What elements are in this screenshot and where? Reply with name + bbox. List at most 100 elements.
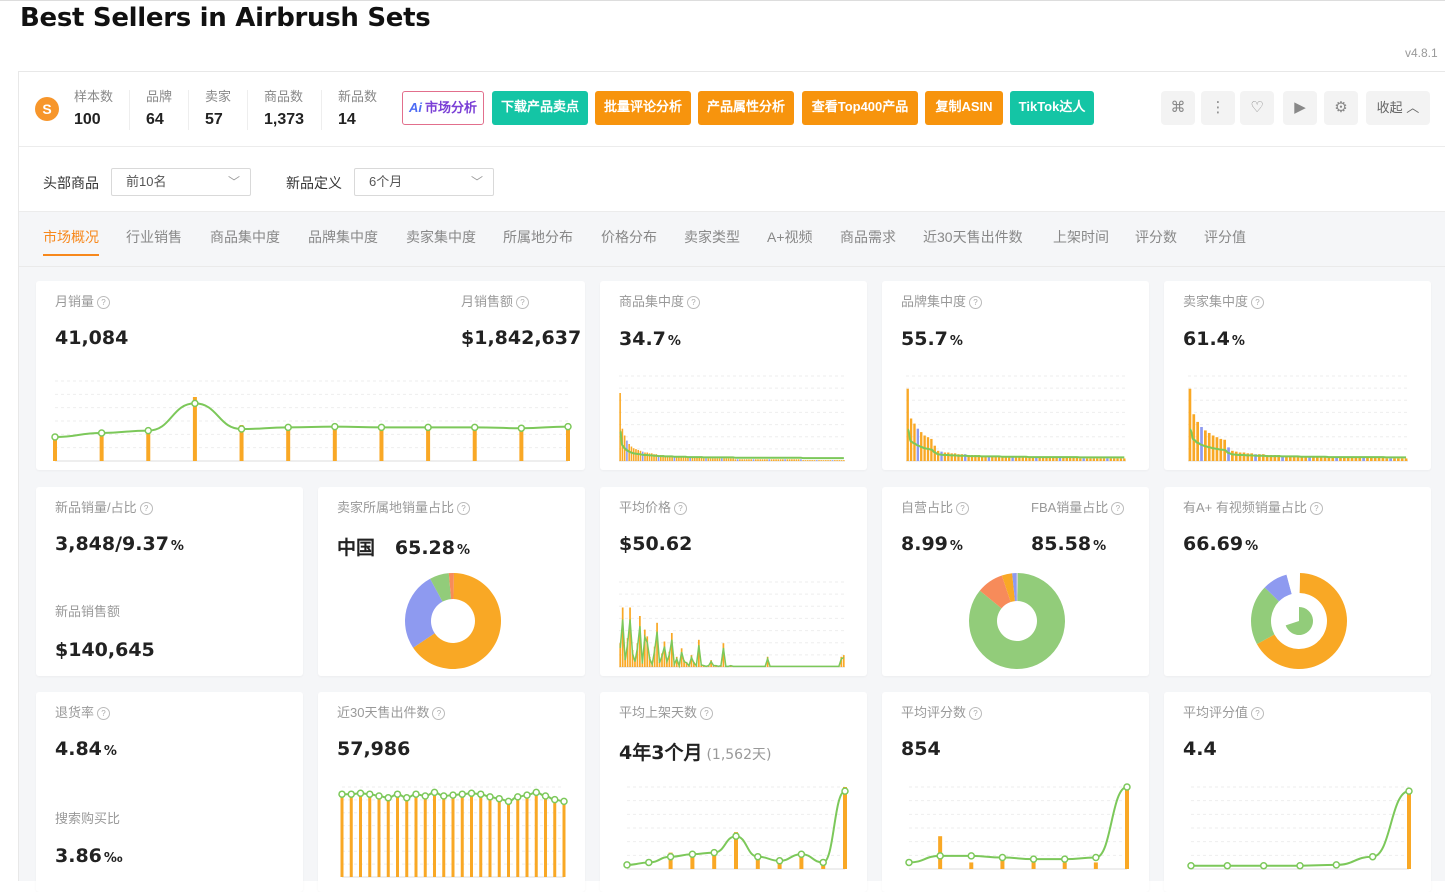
chart-point (1187, 861, 1195, 870)
chart-bar (1058, 457, 1062, 461)
chart-point (905, 858, 913, 867)
tiktok-influencer-button[interactable]: TikTok达人 (1010, 91, 1094, 125)
help-icon[interactable]: ? (1111, 502, 1125, 516)
help-icon[interactable]: ? (1251, 707, 1265, 721)
chart-bar (1234, 451, 1238, 461)
help-icon[interactable]: ? (700, 707, 714, 721)
bulk-review-analysis-button[interactable]: 批量评论分析 (595, 91, 691, 125)
copy-asin-button[interactable]: 复制ASIN (925, 91, 1003, 125)
chart-bar (906, 388, 909, 461)
brand-logo-icon: S (35, 97, 59, 121)
tab-30day-sold[interactable]: 近30天售出件数 (923, 227, 1023, 247)
help-icon[interactable]: ? (1309, 502, 1323, 516)
chart-bar (734, 459, 737, 461)
card-label: 搜索购买比 (55, 811, 121, 826)
tab-product-demand[interactable]: 商品需求 (840, 227, 896, 247)
chart-bar (777, 459, 780, 461)
attribute-analysis-button[interactable]: 产品属性分析 (698, 91, 794, 125)
chart-bar (829, 460, 832, 461)
more-vertical-icon[interactable]: ⋮ (1201, 91, 1235, 125)
heart-icon[interactable]: ♡ (1240, 91, 1274, 125)
chart-bar (1062, 862, 1067, 869)
help-icon[interactable]: ? (687, 296, 701, 310)
tab-aplus-video[interactable]: A+视频 (767, 227, 813, 247)
chart-point (532, 788, 540, 797)
help-icon[interactable]: ? (97, 296, 111, 310)
chart-bar (646, 452, 649, 461)
ai-market-analysis-button[interactable]: Ai 市场分析 (402, 91, 484, 125)
chart-bar (1028, 457, 1031, 461)
chart-bar (99, 433, 104, 461)
chart-point (375, 792, 383, 800)
chart-bar (809, 460, 811, 461)
analysis-tabs: 市场概况 行业销售 商品集中度 品牌集中度 卖家集中度 所属地分布 价格分布 卖… (19, 212, 1445, 267)
chart-bar (1346, 457, 1350, 461)
stat-label: 卖家 (205, 89, 232, 104)
chart-bar (639, 450, 642, 461)
card-seller-origin: 卖家所属地销量占比? 中国 65.28% (318, 487, 585, 676)
tab-seller-concentration[interactable]: 卖家集中度 (406, 227, 476, 247)
tab-origin-distribution[interactable]: 所属地分布 (503, 227, 573, 247)
tab-price-distribution[interactable]: 价格分布 (601, 227, 657, 247)
chart-bar (741, 459, 743, 461)
chart-bar (811, 460, 814, 461)
chart-point (666, 852, 675, 861)
tab-brand-concentration[interactable]: 品牌集中度 (308, 227, 378, 247)
help-icon[interactable]: ? (674, 502, 688, 516)
chart-bar (1373, 457, 1377, 461)
chart-bar (943, 452, 947, 461)
new-product-definition-value: 6个月 (369, 174, 403, 189)
help-icon[interactable]: ? (432, 707, 446, 721)
chart-bar (818, 460, 820, 461)
market-panel: S 样本数 100 品牌 64 卖家 57 商品数 1,373 新品数 14 Ai 市场分析… (18, 71, 1445, 892)
help-icon[interactable]: ? (516, 296, 530, 310)
help-icon[interactable]: ? (969, 707, 983, 721)
chart-bar (773, 459, 775, 461)
head-products-select[interactable]: 前10名 ﹀ (111, 168, 251, 196)
card-average-price: 平均价格? $50.62 (600, 487, 867, 676)
collapse-button[interactable]: 收起 ︿ (1366, 91, 1430, 125)
chart-bar (619, 393, 621, 461)
top400-products-button[interactable]: 查看Top400产品 (802, 91, 918, 125)
tab-industry-sales[interactable]: 行业销售 (126, 227, 182, 247)
chart-bar (1358, 457, 1362, 461)
tab-product-concentration[interactable]: 商品集中度 (210, 227, 280, 247)
chart-point (338, 790, 346, 798)
help-icon[interactable]: ? (139, 502, 153, 516)
card-label: 月销售额? (461, 291, 530, 310)
chart-bar (1350, 457, 1354, 461)
chart-bar (784, 459, 786, 461)
chart-bar (414, 794, 418, 877)
chart-bar (1362, 457, 1365, 461)
chart-bar (488, 796, 492, 877)
chart-bar (1092, 458, 1096, 461)
chart-bar (757, 459, 759, 461)
tab-rating-value[interactable]: 评分值 (1204, 227, 1246, 247)
tab-market-overview[interactable]: 市场概况 (43, 227, 99, 256)
chart-bar (1079, 458, 1082, 461)
help-icon[interactable]: ? (457, 502, 471, 516)
chart-bar (1397, 458, 1400, 461)
chart-bar (507, 801, 510, 877)
help-icon[interactable]: ? (97, 707, 111, 721)
stats-bar: S 样本数 100 品牌 64 卖家 57 商品数 1,373 新品数 14 Ai 市场分析… (19, 72, 1445, 147)
settings-gear-icon[interactable]: ⚙ (1324, 91, 1358, 125)
tab-review-count[interactable]: 评分数 (1135, 227, 1177, 247)
chart-bar (766, 459, 768, 461)
stat-value: 1,373 (264, 111, 305, 128)
play-video-icon[interactable]: ▶ (1283, 91, 1317, 125)
grid-command-icon[interactable]: ⌘ (1161, 91, 1195, 125)
chart-bar (732, 458, 734, 461)
help-icon[interactable]: ? (1251, 296, 1265, 310)
download-selling-points-button[interactable]: 下载产品卖点 (492, 91, 588, 125)
new-product-definition-select[interactable]: 6个月 ﹀ (354, 168, 494, 196)
help-icon[interactable]: ? (969, 296, 983, 310)
tab-listing-time[interactable]: 上架时间 (1053, 227, 1109, 247)
brand-concentration-chart (906, 375, 1126, 462)
card-label: 卖家所属地销量占比? (337, 497, 471, 516)
tab-seller-type[interactable]: 卖家类型 (684, 227, 740, 247)
help-icon[interactable]: ? (956, 502, 970, 516)
chart-bar (761, 459, 764, 461)
chart-bar (433, 792, 436, 877)
chart-point (467, 789, 476, 798)
